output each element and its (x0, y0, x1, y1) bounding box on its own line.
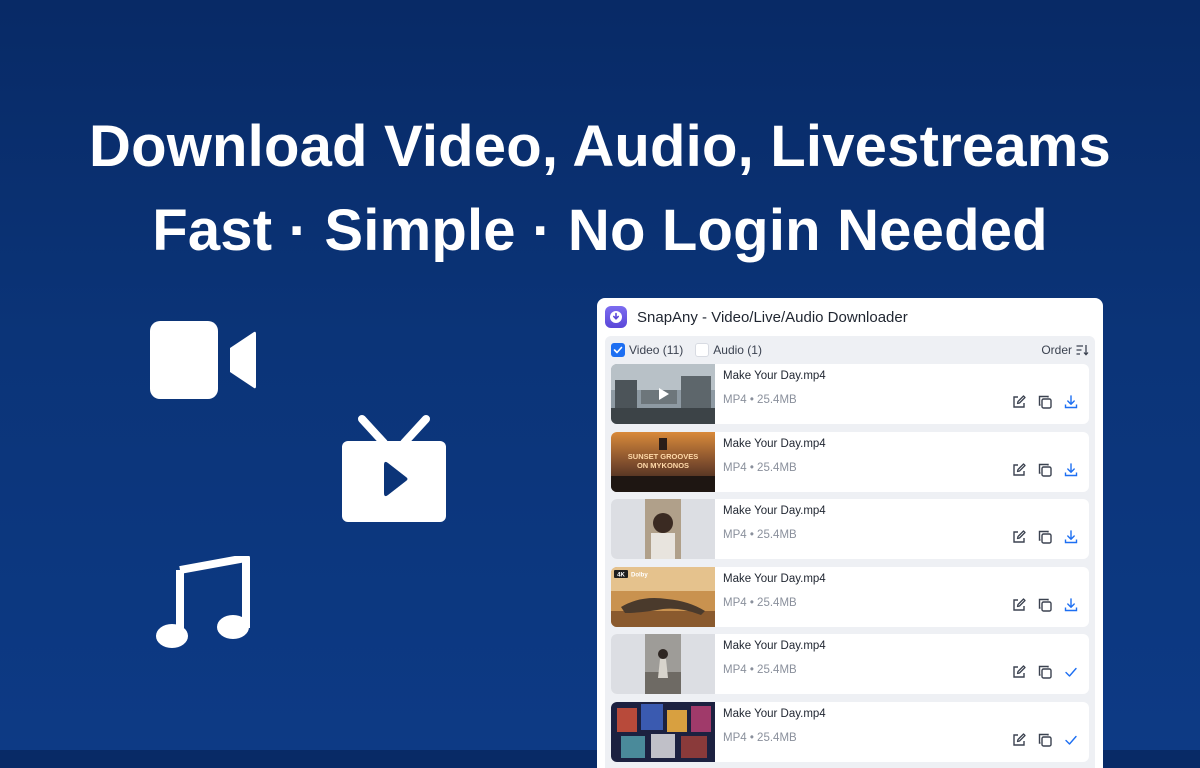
video-thumbnail: SUNSET GROOVES ON MYKONOS (611, 431, 715, 492)
edit-icon[interactable] (1011, 597, 1027, 613)
video-camera-icon (150, 321, 256, 399)
file-meta: MP4 • 25.4MB (723, 731, 797, 744)
file-name: Make Your Day.mp4 (723, 370, 826, 382)
downloader-panel: SnapAny - Video/Live/Audio Downloader Vi… (597, 298, 1103, 768)
thumbnail-badge: Dolby (631, 572, 648, 578)
list-item[interactable]: SUNSET GROOVES ON MYKONOS Make Your Day.… (611, 431, 1089, 492)
panel-body: Video (11) Audio (1) Order Make Your Day… (605, 336, 1095, 768)
video-thumbnail (611, 364, 715, 424)
list-item[interactable]: Make Your Day.mp4 MP4 • 25.4MB (611, 499, 1089, 559)
filter-bar: Video (11) Audio (1) Order (605, 336, 1095, 364)
video-thumbnail (611, 634, 715, 694)
snapany-logo-icon (605, 306, 627, 328)
video-list: Make Your Day.mp4 MP4 • 25.4MB SUNSET GR… (605, 364, 1095, 762)
file-meta: MP4 • 25.4MB (723, 529, 797, 541)
video-thumbnail (611, 701, 715, 762)
video-checkbox[interactable] (611, 343, 625, 357)
download-icon[interactable] (1063, 597, 1079, 613)
file-meta: MP4 • 25.4MB (723, 664, 797, 676)
check-icon (1063, 664, 1079, 680)
copy-icon[interactable] (1037, 529, 1053, 545)
order-label: Order (1041, 343, 1072, 357)
thumbnail-caption: SUNSET GROOVES (628, 452, 698, 461)
copy-icon[interactable] (1037, 664, 1053, 680)
file-meta: MP4 • 25.4MB (723, 596, 797, 609)
audio-filter[interactable]: Audio (1) (695, 343, 762, 357)
panel-header: SnapAny - Video/Live/Audio Downloader (597, 298, 1103, 336)
download-icon[interactable] (1063, 529, 1079, 545)
video-thumbnail: 4K Dolby (611, 566, 715, 627)
copy-icon[interactable] (1037, 597, 1053, 613)
list-item[interactable]: Make Your Day.mp4 MP4 • 25.4MB (611, 364, 1089, 424)
file-meta: MP4 • 25.4MB (723, 461, 797, 474)
file-name: Make Your Day.mp4 (723, 572, 826, 585)
audio-checkbox[interactable] (695, 343, 710, 357)
download-icon[interactable] (1063, 394, 1079, 410)
hero-title-line-2: Fast · Simple · No Login Needed (152, 198, 1048, 263)
video-thumbnail (611, 499, 715, 559)
order-button[interactable]: Order (1041, 343, 1089, 357)
audio-filter-label: Audio (1) (713, 343, 762, 357)
file-name: Make Your Day.mp4 (723, 505, 826, 517)
sort-icon (1076, 345, 1089, 356)
copy-icon[interactable] (1037, 732, 1053, 748)
list-item[interactable]: 4K Dolby Make Your Day.mp4 MP4 • 25.4MB (611, 566, 1089, 627)
check-icon (1063, 732, 1079, 748)
list-item[interactable]: Make Your Day.mp4 MP4 • 25.4MB (611, 634, 1089, 694)
edit-icon[interactable] (1011, 664, 1027, 680)
list-item[interactable]: Make Your Day.mp4 MP4 • 25.4MB (611, 701, 1089, 762)
file-meta: MP4 • 25.4MB (723, 394, 797, 406)
tv-play-icon (342, 415, 446, 522)
music-note-icon (156, 556, 250, 648)
app-title: SnapAny - Video/Live/Audio Downloader (637, 308, 908, 326)
thumbnail-badge: 4K (617, 572, 625, 578)
video-filter-label: Video (11) (629, 343, 684, 357)
edit-icon[interactable] (1011, 394, 1027, 410)
edit-icon[interactable] (1011, 732, 1027, 748)
copy-icon[interactable] (1037, 394, 1053, 410)
file-name: Make Your Day.mp4 (723, 640, 826, 652)
video-filter[interactable]: Video (11) (611, 343, 683, 357)
edit-icon[interactable] (1011, 462, 1027, 478)
edit-icon[interactable] (1011, 529, 1027, 545)
file-name: Make Your Day.mp4 (723, 707, 826, 720)
copy-icon[interactable] (1037, 462, 1053, 478)
thumbnail-caption: ON MYKONOS (637, 461, 689, 470)
hero-title-line-1: Download Video, Audio, Livestreams (89, 114, 1111, 179)
file-name: Make Your Day.mp4 (723, 437, 826, 450)
download-icon[interactable] (1063, 462, 1079, 478)
